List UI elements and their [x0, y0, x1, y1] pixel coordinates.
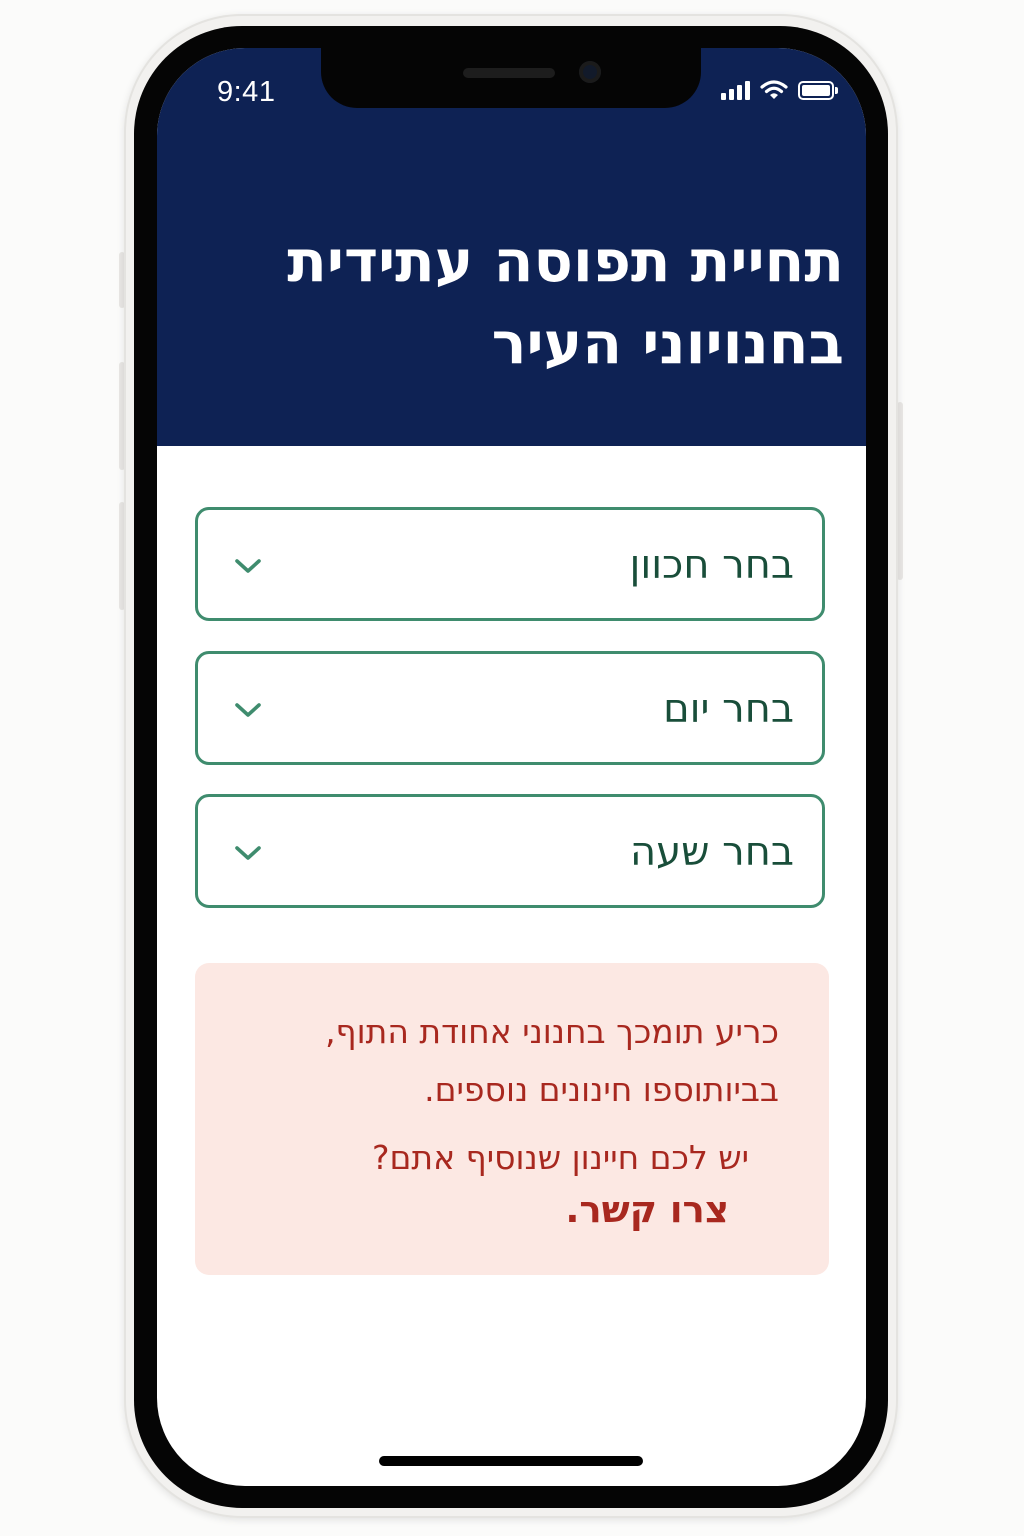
hour-select-label: בחר שעה	[629, 829, 794, 875]
hour-select[interactable]: בחר שעה	[195, 794, 825, 908]
direction-select[interactable]: בחר חכוון	[195, 507, 825, 621]
contact-us-link[interactable]: צרו קשר.	[565, 1185, 729, 1235]
status-icons	[721, 80, 838, 100]
device-mockup: 9:41 תחיית תפוסה עתידית בחנויוני העיר בח…	[0, 0, 1024, 1536]
earpiece-speaker	[463, 68, 555, 78]
chevron-down-icon	[235, 559, 261, 573]
phone-screen: 9:41 תחיית תפוסה עתידית בחנויוני העיר בח…	[157, 48, 866, 1486]
day-select[interactable]: בחר יום	[195, 651, 825, 765]
notice-text: כריע תומכך בחנוני אחודת התוף, בביותוספו …	[325, 1012, 779, 1109]
battery-level	[802, 84, 830, 96]
chevron-down-icon	[235, 846, 261, 860]
direction-select-label: בחר חכוון	[629, 542, 794, 588]
chevron-down-icon	[235, 703, 261, 717]
wifi-icon	[760, 80, 788, 99]
battery-icon	[798, 80, 838, 100]
info-notice: כריע תומכך בחנוני אחודת התוף, בביותוספו …	[195, 963, 829, 1275]
status-time: 9:41	[217, 76, 276, 108]
cellular-signal-icon	[721, 80, 750, 100]
day-select-label: בחר יום	[663, 686, 794, 732]
notice-question: יש לכם חיינון שנוסיף אתם?	[372, 1138, 749, 1177]
home-indicator[interactable]	[379, 1456, 643, 1466]
front-camera	[579, 61, 601, 83]
camera-notch	[321, 48, 701, 108]
page-title: תחיית תפוסה עתידית בחנויוני העיר	[287, 227, 844, 377]
